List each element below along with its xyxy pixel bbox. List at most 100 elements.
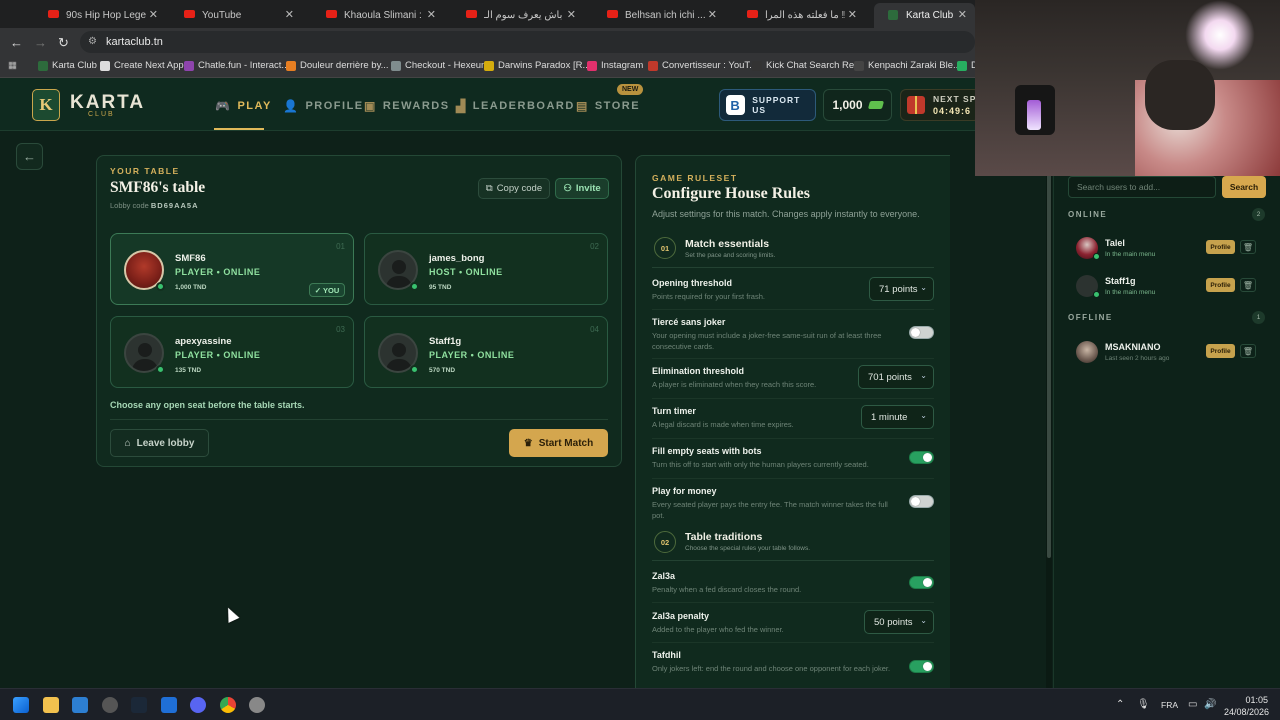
tab-title: Khaoula Slimani : أجل الله…: [344, 10, 424, 21]
browser-tab[interactable]: Belhsan ich ichi ...Westik✕: [593, 3, 725, 28]
close-icon[interactable]: ✕: [149, 8, 158, 21]
turn-timer-select[interactable]: 1 minute ⌄: [861, 405, 934, 429]
bookmark-item[interactable]: Kenpachi Zaraki Ble...: [854, 60, 961, 71]
leave-lobby-label: Leave lobby: [136, 437, 195, 449]
url-input[interactable]: ⚙ kartaclub.tn: [80, 31, 975, 53]
app-icon[interactable]: [161, 697, 177, 713]
volume-icon[interactable]: 🔊: [1204, 699, 1216, 710]
browser-tab[interactable]: شكون باش يعرف سوم الـ :A✕: [452, 3, 584, 28]
seat-1[interactable]: SMF86 PLAYER • ONLINE 1,000 TND 01 ✓ YOU: [110, 233, 354, 305]
bookmark-item[interactable]: Convertisseur : YouT...: [648, 60, 757, 71]
bookmark-item[interactable]: Karta Club: [38, 60, 97, 71]
rule-description: A player is eliminated when they reach t…: [652, 380, 817, 389]
trash-icon[interactable]: 🗑: [1240, 240, 1256, 254]
karta-logo-icon[interactable]: K: [32, 89, 60, 121]
seat-4[interactable]: Staff1g PLAYER • ONLINE 570 TND 04: [364, 316, 608, 388]
browser-tab[interactable]: عريب ‼ ما فعلته هذه المرأ✕: [733, 3, 865, 28]
microphone-icon[interactable]: 🎙: [1137, 699, 1150, 710]
invite-button[interactable]: ⚇ Invite: [555, 178, 609, 199]
nav-leaderboard[interactable]: ▟ LEADERBOARD: [456, 99, 575, 113]
opening-threshold-select[interactable]: 71 points ⌄: [869, 277, 934, 301]
tab-title: Belhsan ich ichi ...Westik: [625, 10, 705, 21]
seat-2[interactable]: james_bong HOST • ONLINE 95 TND 02: [364, 233, 608, 305]
start-match-button[interactable]: ♛ Start Match: [509, 429, 608, 457]
close-icon[interactable]: ✕: [285, 8, 294, 21]
microsoft-store-icon[interactable]: [72, 697, 88, 713]
leave-lobby-button[interactable]: ⌂ Leave lobby: [110, 429, 209, 457]
profile-button[interactable]: Profile: [1206, 278, 1235, 292]
chevron-up-icon[interactable]: ⌃: [1116, 699, 1124, 710]
settings-icon[interactable]: [102, 697, 118, 713]
tafdhil-toggle[interactable]: [909, 660, 934, 673]
nav-profile[interactable]: 👤 PROFILE: [283, 99, 364, 113]
section-divider: [652, 267, 934, 268]
gear-icon[interactable]: [249, 697, 265, 713]
bookmark-item[interactable]: Create Next App: [100, 60, 184, 71]
nav-leaderboard-label: LEADERBOARD: [472, 100, 575, 112]
bookmark-item[interactable]: Douleur derrière by...: [286, 60, 389, 71]
chevron-down-icon: ⌄: [920, 283, 927, 292]
search-button[interactable]: Search: [1222, 176, 1266, 198]
profile-button[interactable]: Profile: [1206, 344, 1235, 358]
nav-rewards[interactable]: ▣ REWARDS: [364, 99, 450, 113]
coin-balance[interactable]: 1,000: [823, 89, 892, 121]
back-button[interactable]: ←: [16, 143, 43, 170]
browser-tab[interactable]: 90s Hip Hop Legends – 2…✕: [34, 3, 166, 28]
bookmark-label: Kick Chat Search Re...: [766, 60, 863, 71]
language-indicator[interactable]: FRA: [1161, 700, 1178, 710]
next-spin-widget[interactable]: NEXT SP 04:49:6: [900, 89, 980, 121]
rule-description: Points required for your first frash.: [652, 292, 765, 301]
close-icon[interactable]: ✕: [567, 8, 576, 21]
bookmark-favicon-icon: [854, 60, 864, 71]
scrollbar-thumb[interactable]: [1047, 140, 1051, 558]
close-icon[interactable]: ✕: [427, 8, 436, 21]
trash-icon[interactable]: 🗑: [1240, 278, 1256, 292]
close-icon[interactable]: ✕: [848, 8, 857, 21]
zal3a-penalty-select[interactable]: 50 points ⌄: [864, 610, 934, 634]
nav-store[interactable]: ▤ STORE: [576, 99, 640, 113]
tab-title: عريب ‼ ما فعلته هذه المرأ: [765, 10, 845, 21]
row-divider: [652, 398, 934, 399]
user-search-input[interactable]: Search users to add...: [1068, 176, 1216, 198]
tierce-sans-joker-toggle[interactable]: [909, 326, 934, 339]
browser-tab[interactable]: Karta Club ✕: [874, 3, 975, 28]
seat-player-name: SMF86: [175, 253, 206, 264]
webcam-overlay: [975, 0, 1280, 176]
profile-button[interactable]: Profile: [1206, 240, 1235, 254]
zal3a-toggle[interactable]: [909, 576, 934, 589]
close-icon[interactable]: ✕: [958, 8, 967, 21]
seat-hint: Choose any open seat before the table st…: [110, 400, 305, 410]
seat-player-name: james_bong: [429, 253, 485, 264]
bookmark-item[interactable]: Kick Chat Search Re...: [752, 60, 862, 71]
apps-grid-icon[interactable]: ▦: [8, 60, 17, 71]
chrome-icon[interactable]: [220, 697, 236, 713]
steam-icon[interactable]: [131, 697, 147, 713]
nav-play[interactable]: 🎮 PLAY: [215, 99, 272, 113]
file-explorer-icon[interactable]: [43, 697, 59, 713]
play-for-money-toggle[interactable]: [909, 495, 934, 508]
copy-code-button[interactable]: ⧉ Copy code: [478, 178, 550, 199]
elimination-threshold-select[interactable]: 701 points ⌄: [858, 365, 934, 389]
close-icon[interactable]: ✕: [708, 8, 717, 21]
seat-3[interactable]: apexyassine PLAYER • ONLINE 135 TND 03: [110, 316, 354, 388]
browser-tab[interactable]: Khaoula Slimani : أجل الله…✕: [312, 3, 444, 28]
windows-start-icon[interactable]: [13, 697, 29, 713]
trash-icon[interactable]: 🗑: [1240, 344, 1256, 358]
bookmark-item[interactable]: Instagram: [587, 60, 643, 71]
bookmark-item[interactable]: Checkout - Hexeum: [391, 60, 489, 71]
bookmark-item[interactable]: Chatle.fun - Interact...: [184, 60, 289, 71]
reload-icon[interactable]: ↻: [58, 35, 69, 51]
display-icon[interactable]: ▭: [1188, 699, 1197, 710]
forward-arrow-icon[interactable]: →: [34, 35, 47, 50]
microphone-light: [1027, 100, 1041, 130]
site-info-icon[interactable]: ⚙: [88, 31, 97, 53]
discord-icon[interactable]: [190, 697, 206, 713]
back-arrow-icon[interactable]: ←: [10, 35, 23, 50]
bookmark-item[interactable]: Darwins Paradox [R...: [484, 60, 590, 71]
row-divider: [652, 358, 934, 359]
youtube-favicon-icon: [607, 10, 618, 18]
fill-bots-toggle[interactable]: [909, 451, 934, 464]
clock[interactable]: 01:05 24/08/2026: [1224, 694, 1269, 718]
support-us-button[interactable]: B SUPPORT US: [719, 89, 816, 121]
browser-tab[interactable]: YouTube ✕: [170, 3, 302, 28]
